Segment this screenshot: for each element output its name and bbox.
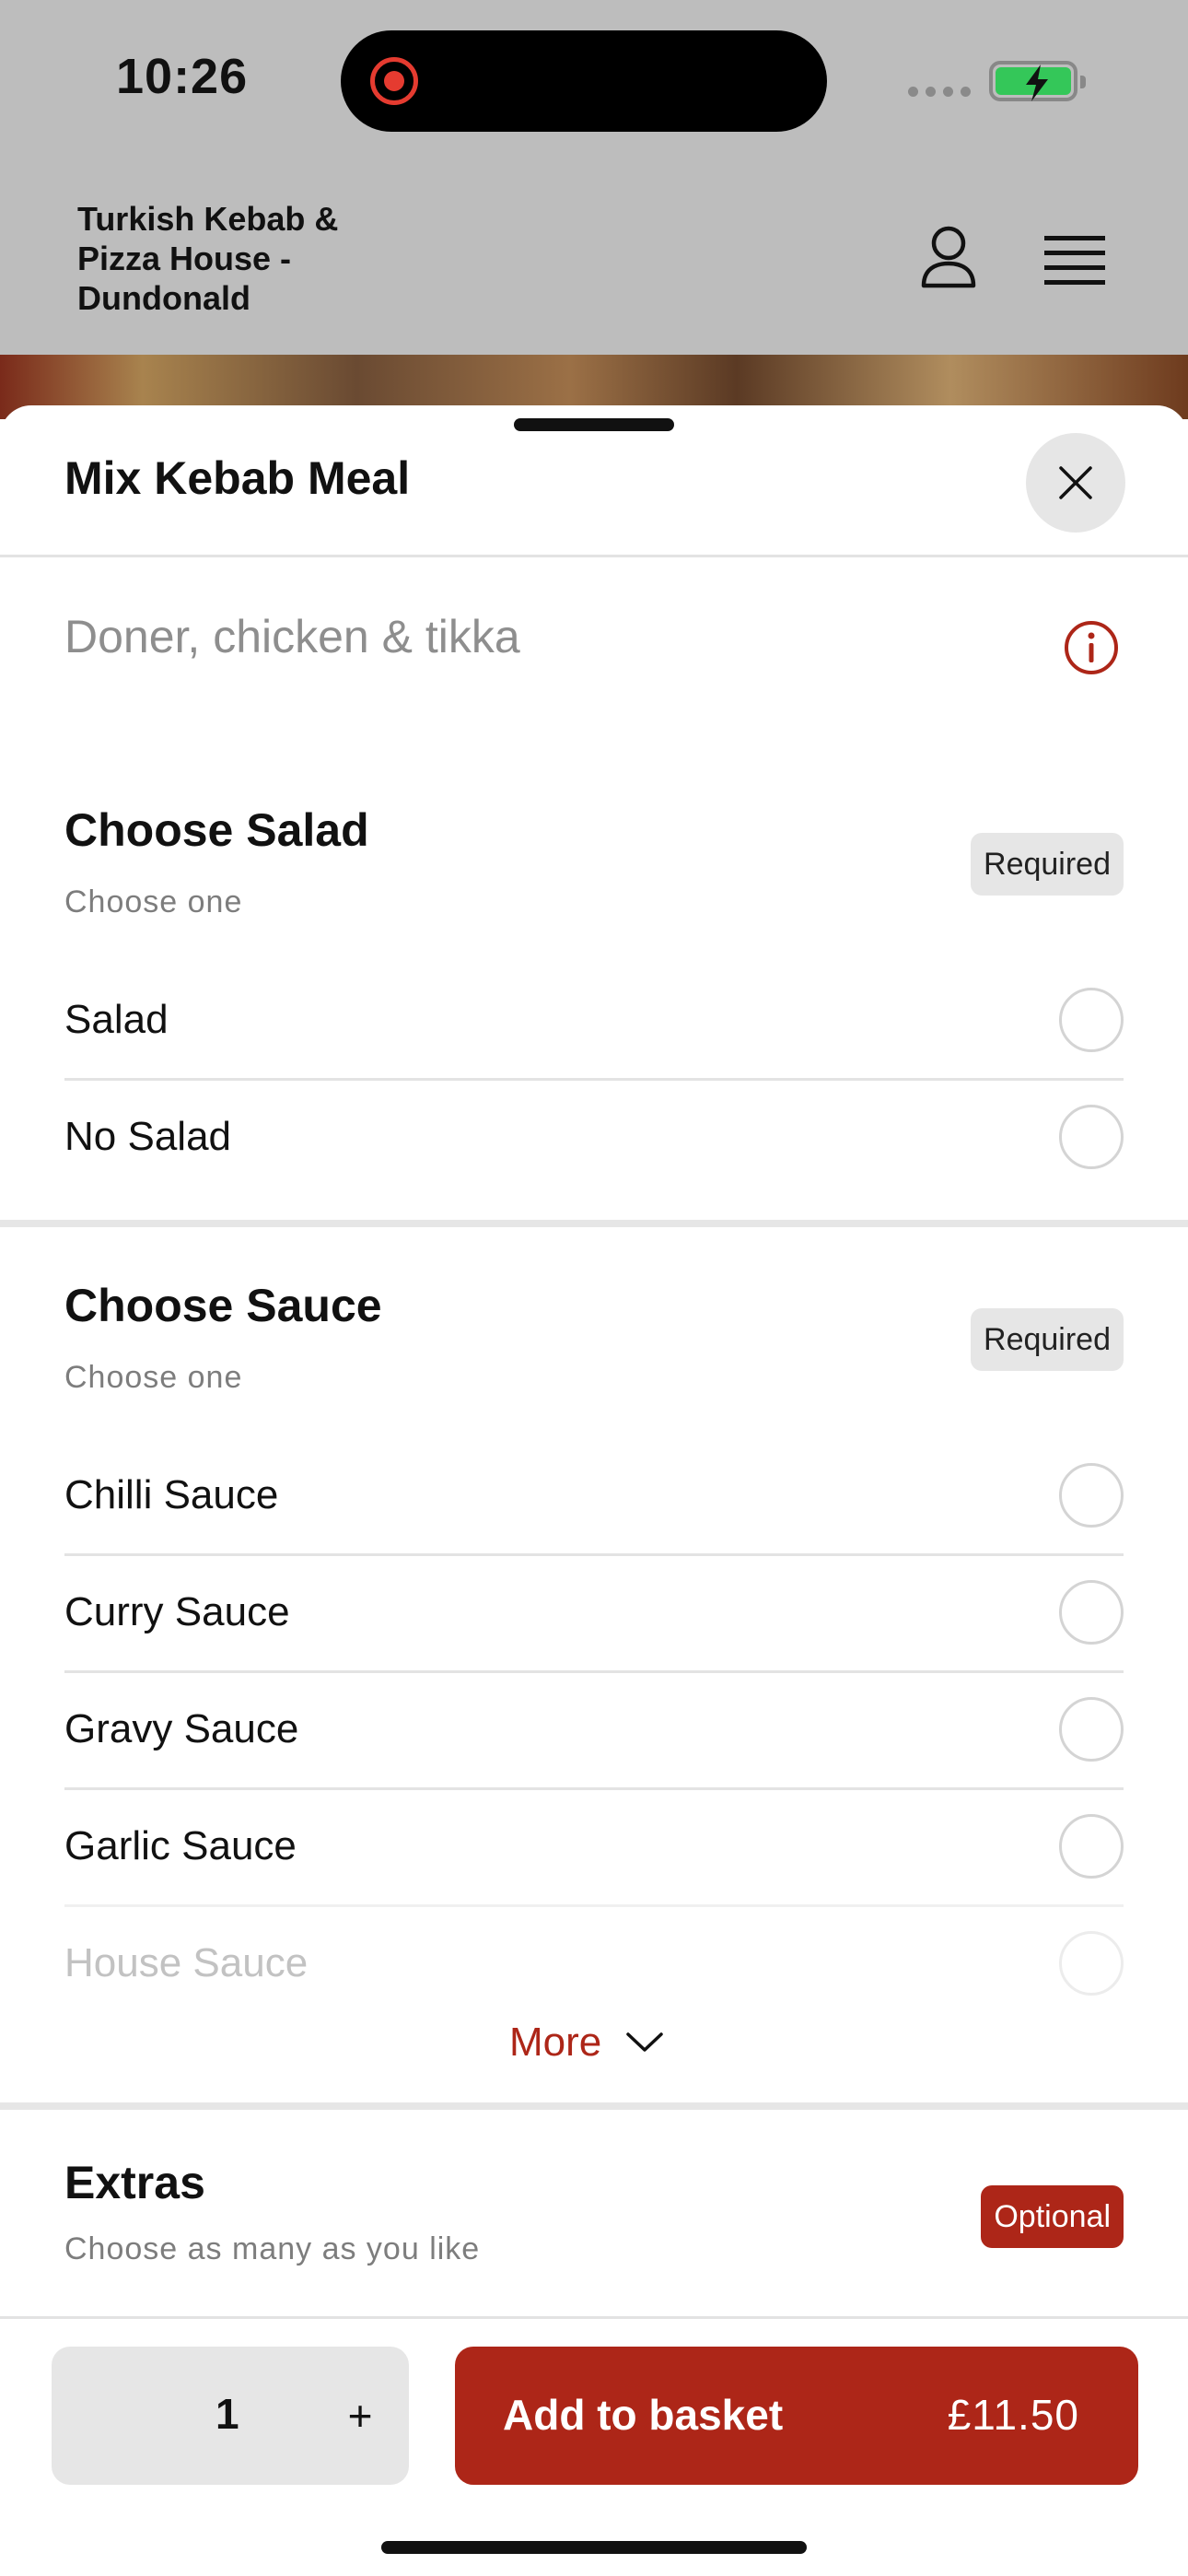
close-button[interactable] [1026, 433, 1125, 533]
info-icon[interactable] [1063, 619, 1120, 681]
title-divider [0, 555, 1188, 557]
option-curry-sauce[interactable]: Curry Sauce [64, 1554, 1124, 1670]
radio-button[interactable] [1059, 1580, 1124, 1645]
section-title-salad: Choose Salad [64, 804, 369, 856]
radio-button[interactable] [1059, 1697, 1124, 1762]
option-label: Chilli Sauce [64, 1472, 279, 1517]
chevron-down-icon [626, 2032, 663, 2052]
radio-button[interactable] [1059, 1931, 1124, 1996]
section-title-sauce: Choose Sauce [64, 1280, 382, 1331]
item-description: Doner, chicken & tikka [64, 611, 520, 662]
radio-button[interactable] [1059, 1814, 1124, 1879]
hamburger-menu-icon[interactable] [1044, 236, 1105, 290]
section-title-extras: Extras [64, 2157, 205, 2208]
status-bar: 10:26 [0, 0, 1188, 175]
section-subtitle: Choose one [64, 1360, 243, 1395]
record-icon [370, 57, 418, 105]
option-no-salad[interactable]: No Salad [64, 1079, 1124, 1195]
add-to-basket-button[interactable]: Add to basket £11.50 [455, 2347, 1138, 2485]
increment-button[interactable]: + [328, 2383, 392, 2448]
required-badge: Required [971, 833, 1124, 896]
optional-badge: Optional [981, 2185, 1124, 2248]
sheet-grabber[interactable] [514, 418, 674, 431]
option-chilli-sauce[interactable]: Chilli Sauce [64, 1437, 1124, 1553]
site-header: Turkish Kebab & Pizza House - Dundonald [0, 175, 1188, 355]
option-label: Salad [64, 997, 169, 1042]
option-label: No Salad [64, 1114, 232, 1159]
option-label: Garlic Sauce [64, 1823, 297, 1868]
user-icon[interactable] [919, 225, 978, 296]
option-label: Curry Sauce [64, 1589, 290, 1634]
price-label: £11.50 [947, 2391, 1079, 2439]
dynamic-island [341, 30, 827, 132]
item-title: Mix Kebab Meal [64, 452, 411, 504]
quantity-stepper[interactable]: 1 + [52, 2347, 409, 2485]
restaurant-name[interactable]: Turkish Kebab & Pizza House - Dundonald [77, 199, 381, 318]
section-divider [0, 2102, 1188, 2110]
section-subtitle: Choose as many as you like [64, 2231, 481, 2266]
option-house-sauce[interactable]: House Sauce [64, 1905, 1124, 2021]
close-icon [1059, 466, 1092, 499]
section-subtitle: Choose one [64, 884, 243, 919]
item-sheet: Mix Kebab Meal Doner, chicken & tikka Ch… [0, 405, 1188, 2576]
radio-button[interactable] [1059, 1105, 1124, 1169]
option-salad[interactable]: Salad [64, 962, 1124, 1078]
quantity-value: 1 [215, 2390, 239, 2438]
status-time: 10:26 [116, 49, 249, 104]
option-gravy-sauce[interactable]: Gravy Sauce [64, 1671, 1124, 1787]
more-label: More [509, 2020, 602, 2065]
basket-footer: 1 + Add to basket £11.50 [0, 2316, 1188, 2576]
required-badge: Required [971, 1308, 1124, 1371]
option-label: Gravy Sauce [64, 1706, 299, 1751]
add-to-basket-label: Add to basket [503, 2391, 784, 2439]
home-indicator[interactable] [381, 2541, 807, 2554]
section-divider [0, 1220, 1188, 1227]
radio-button[interactable] [1059, 988, 1124, 1052]
signal-icon [908, 87, 971, 97]
more-button[interactable]: More [509, 2020, 664, 2066]
radio-button[interactable] [1059, 1463, 1124, 1528]
option-label: House Sauce [64, 1940, 309, 1985]
battery-charging-icon [989, 61, 1086, 101]
option-garlic-sauce[interactable]: Garlic Sauce [64, 1788, 1124, 1904]
